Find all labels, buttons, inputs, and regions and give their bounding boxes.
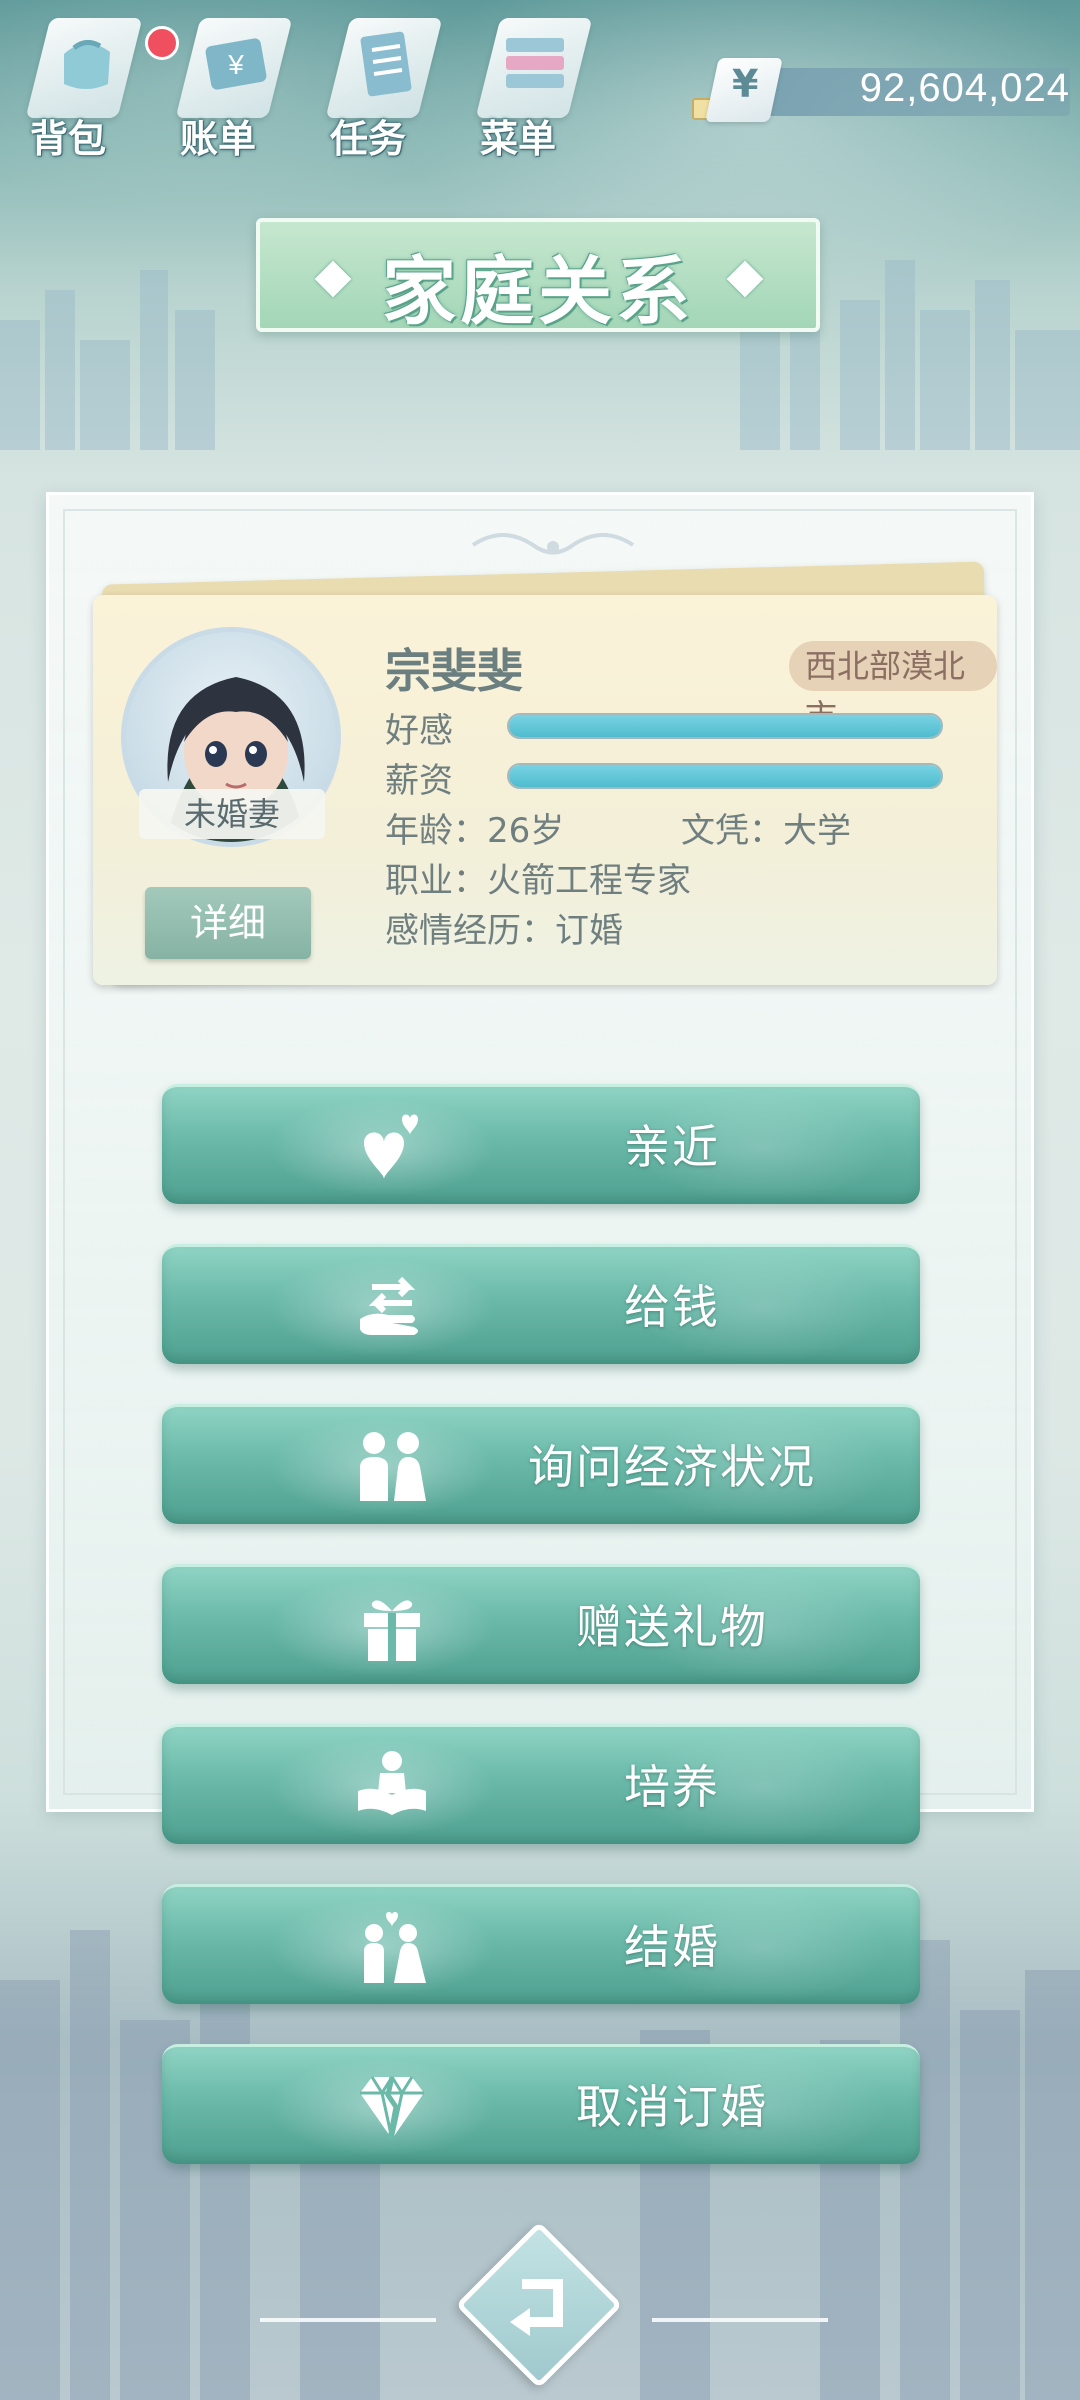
- action-label: 赠送礼物: [576, 1600, 768, 1654]
- action-label: 取消订婚: [576, 2080, 768, 2134]
- money-amount: 92,604,024: [859, 66, 1070, 110]
- action-button-closeness[interactable]: 亲近: [162, 1084, 920, 1204]
- region-badge: 西北部漠北市: [789, 641, 997, 735]
- character-name: 宗斐斐: [385, 644, 523, 698]
- wedding-couple-icon: [364, 1912, 426, 1983]
- action-label: 亲近: [624, 1120, 720, 1174]
- decor-line-left: [260, 2318, 436, 2322]
- relationship-status-tag: 未婚妻: [139, 789, 325, 839]
- action-button-nurture[interactable]: 培养: [162, 1724, 920, 1844]
- nav-menu[interactable]: 菜单: [460, 10, 600, 161]
- salary-label: 薪资: [385, 761, 453, 801]
- broken-diamond-icon: [360, 2076, 424, 2140]
- education-info: 文凭：大学: [681, 811, 851, 851]
- gift-icon: [364, 1600, 420, 1661]
- job-info: 职业：火箭工程专家: [385, 861, 691, 901]
- action-button-ask-finances[interactable]: 询问经济状况: [162, 1404, 920, 1524]
- currency-display: ¥ 92,604,024: [690, 58, 1070, 122]
- salary-bar: [507, 763, 943, 789]
- affection-bar: [507, 713, 943, 739]
- nav-label: 菜单: [480, 117, 557, 161]
- affection-bar-fill: [509, 715, 941, 737]
- flourish-ornament: [471, 533, 635, 555]
- backpack-icon: [64, 40, 110, 89]
- nav-label: 背包: [30, 117, 107, 161]
- nav-bill[interactable]: ¥ 账单: [160, 10, 300, 161]
- action-label: 给钱: [624, 1280, 720, 1334]
- action-label: 培养: [624, 1760, 720, 1814]
- character-card: 未婚妻 详细 宗斐斐 西北部漠北市 好感 薪资 年龄：26岁 文凭：大学 职业：…: [93, 595, 997, 985]
- detail-button[interactable]: 详细: [145, 887, 311, 959]
- reading-person-icon: [358, 1751, 426, 1815]
- action-label: 询问经济状况: [528, 1440, 816, 1494]
- decor-line-right: [652, 2318, 828, 2322]
- couple-talk-icon: [360, 1432, 426, 1501]
- action-button-give-gift[interactable]: 赠送礼物: [162, 1564, 920, 1684]
- action-button-give-money[interactable]: 给钱: [162, 1244, 920, 1364]
- affection-label: 好感: [385, 711, 453, 751]
- page-title-banner: 家庭关系: [256, 218, 820, 335]
- svg-text:¥: ¥: [227, 49, 244, 80]
- nav-label: 账单: [180, 117, 257, 161]
- bill-icon: ¥: [205, 38, 267, 90]
- menu-icon: [506, 38, 564, 88]
- hearts-icon: [364, 1114, 418, 1179]
- action-label: 结婚: [624, 1920, 720, 1974]
- action-button-marry[interactable]: 结婚: [162, 1884, 920, 2004]
- nav-task[interactable]: 任务: [310, 10, 450, 161]
- salary-bar-fill: [509, 765, 941, 787]
- relationship-info: 感情经历：订婚: [385, 911, 623, 951]
- yuan-icon: ¥: [705, 58, 783, 122]
- back-arrow-icon: [510, 2279, 563, 2336]
- action-button-cancel-engagement[interactable]: 取消订婚: [162, 2044, 920, 2164]
- age-info: 年龄：26岁: [385, 811, 565, 851]
- nav-label: 任务: [330, 117, 407, 161]
- nav-backpack[interactable]: 背包: [10, 10, 179, 161]
- give-money-icon: [360, 1276, 418, 1335]
- task-icon: [360, 31, 412, 97]
